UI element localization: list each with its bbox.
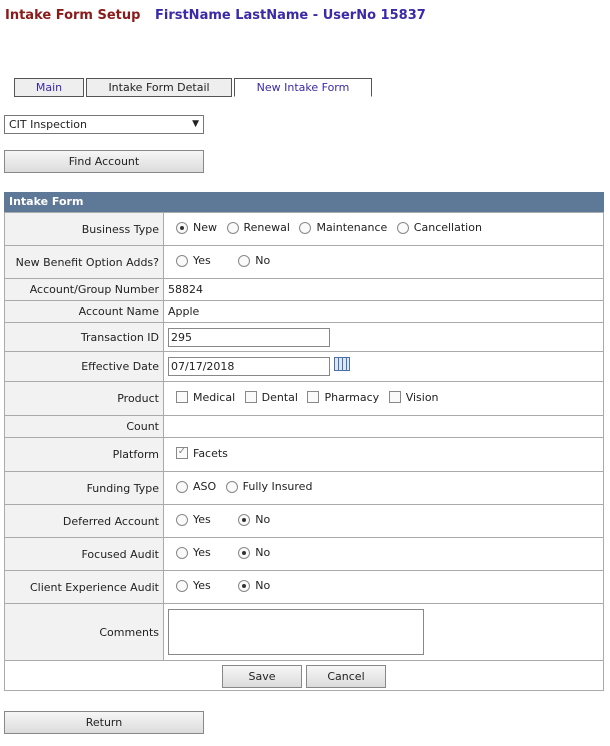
count-value	[163, 415, 604, 438]
cancel-button[interactable]: Cancel	[306, 665, 386, 688]
client-experience-audit-no-radio[interactable]	[238, 579, 251, 592]
business-type-cancellation-label: Cancellation	[413, 221, 482, 235]
new-benefit-label: New Benefit Option Adds?	[4, 245, 164, 279]
form-actions-bar	[4, 661, 604, 691]
funding-type-aso-radio[interactable]	[176, 480, 188, 493]
product-dental-checkbox[interactable]	[244, 391, 257, 404]
row-comments: Comments	[4, 603, 604, 661]
count-label: Count	[4, 415, 164, 438]
product-pharmacy-label: Pharmacy	[324, 390, 380, 404]
product-label: Product	[4, 381, 164, 416]
client-experience-audit-no-label: No	[255, 579, 271, 593]
platform-facets-checkbox[interactable]	[176, 447, 188, 460]
business-type-maintenance-label: Maintenance	[316, 221, 388, 235]
find-account-button[interactable]: Find Account	[4, 150, 204, 173]
account-name-value: Apple	[163, 300, 604, 323]
row-focused-audit: Focused Audit Yes No	[4, 537, 604, 571]
row-transaction-id: Transaction ID 295	[4, 322, 604, 352]
row-funding-type: Funding Type ASO Fully Insured	[4, 471, 604, 505]
return-button[interactable]: Return	[4, 711, 204, 734]
deferred-account-no-radio[interactable]	[238, 513, 251, 526]
business-type-new-radio[interactable]	[176, 221, 188, 234]
comments-textarea[interactable]	[168, 609, 424, 655]
row-platform: Platform Facets	[4, 437, 604, 472]
focused-audit-yes-label: Yes	[193, 546, 211, 560]
page-header: Intake Form Setup FirstName LastName - U…	[5, 8, 426, 23]
business-type-renewal-radio[interactable]	[226, 221, 239, 234]
focused-audit-label: Focused Audit	[4, 537, 164, 571]
row-account-name: Account Name Apple	[4, 300, 604, 323]
row-account-group-number: Account/Group Number 58824	[4, 278, 604, 301]
funding-type-fully-insured-label: Fully Insured	[242, 480, 313, 494]
row-deferred-account: Deferred Account Yes No	[4, 504, 604, 538]
tab-bar: Main Intake Form Detail New Intake Form	[14, 78, 372, 97]
new-benefit-no-label: No	[255, 254, 271, 268]
user-info: FirstName LastName - UserNo 15837	[154, 8, 426, 23]
inspection-select-value: CIT Inspection	[9, 118, 87, 131]
focused-audit-no-radio[interactable]	[238, 546, 251, 559]
platform-facets-label: Facets	[193, 446, 228, 460]
account-group-number-label: Account/Group Number	[4, 278, 164, 301]
focused-audit-yes-radio[interactable]	[176, 546, 188, 559]
product-pharmacy-checkbox[interactable]	[307, 391, 320, 404]
client-experience-audit-label: Client Experience Audit	[4, 570, 164, 604]
row-count: Count	[4, 415, 604, 438]
client-experience-audit-yes-label: Yes	[193, 579, 211, 593]
row-new-benefit: New Benefit Option Adds? Yes No	[4, 245, 604, 279]
business-type-options: New Renewal Maintenance Cancellation	[163, 212, 604, 246]
business-type-renewal-label: Renewal	[243, 221, 290, 235]
product-vision-label: Vision	[405, 390, 439, 404]
business-type-label: Business Type	[4, 212, 164, 246]
client-experience-audit-yes-radio[interactable]	[176, 579, 188, 592]
product-medical-label: Medical	[193, 390, 236, 404]
comments-label: Comments	[4, 603, 164, 661]
transaction-id-label: Transaction ID	[4, 322, 164, 352]
effective-date-input[interactable]: 07/17/2018	[168, 357, 330, 376]
new-benefit-yes-radio[interactable]	[176, 254, 188, 267]
tab-intake-form-detail[interactable]: Intake Form Detail	[86, 78, 232, 97]
new-benefit-no-radio[interactable]	[238, 254, 251, 267]
save-button[interactable]: Save	[222, 665, 302, 688]
effective-date-label: Effective Date	[4, 351, 164, 382]
transaction-id-input[interactable]: 295	[168, 327, 330, 347]
business-type-cancellation-radio[interactable]	[396, 221, 409, 234]
tab-new-intake-form[interactable]: New Intake Form	[234, 78, 372, 97]
tab-main[interactable]: Main	[14, 78, 84, 97]
focused-audit-no-label: No	[255, 546, 271, 560]
deferred-account-yes-label: Yes	[193, 513, 211, 527]
funding-type-label: Funding Type	[4, 471, 164, 505]
funding-type-fully-insured-radio[interactable]	[225, 480, 238, 493]
business-type-maintenance-radio[interactable]	[299, 221, 312, 234]
funding-type-aso-label: ASO	[193, 480, 217, 494]
form-title: Intake Form	[4, 192, 604, 212]
calendar-icon[interactable]	[334, 357, 350, 371]
chevron-down-icon: ▼	[192, 119, 199, 129]
row-effective-date: Effective Date 07/17/2018	[4, 351, 604, 382]
deferred-account-label: Deferred Account	[4, 504, 164, 538]
row-client-experience-audit: Client Experience Audit Yes No	[4, 570, 604, 604]
account-name-label: Account Name	[4, 300, 164, 323]
new-benefit-options: Yes No	[163, 245, 604, 279]
new-benefit-yes-label: Yes	[193, 254, 211, 268]
intake-form-table: Business Type New Renewal Maintenance Ca…	[4, 212, 604, 661]
deferred-account-no-label: No	[255, 513, 271, 527]
product-dental-label: Dental	[261, 390, 298, 404]
row-product: Product Medical Dental Pharmacy Vision	[4, 381, 604, 416]
inspection-select[interactable]: CIT Inspection ▼	[4, 115, 204, 134]
business-type-new-label: New	[193, 221, 217, 235]
deferred-account-yes-radio[interactable]	[176, 513, 188, 526]
page-title: Intake Form Setup	[5, 8, 141, 23]
product-medical-checkbox[interactable]	[176, 391, 188, 404]
platform-label: Platform	[4, 437, 164, 472]
product-vision-checkbox[interactable]	[388, 391, 401, 404]
account-group-number-value: 58824	[163, 278, 604, 301]
row-business-type: Business Type New Renewal Maintenance Ca…	[4, 212, 604, 246]
